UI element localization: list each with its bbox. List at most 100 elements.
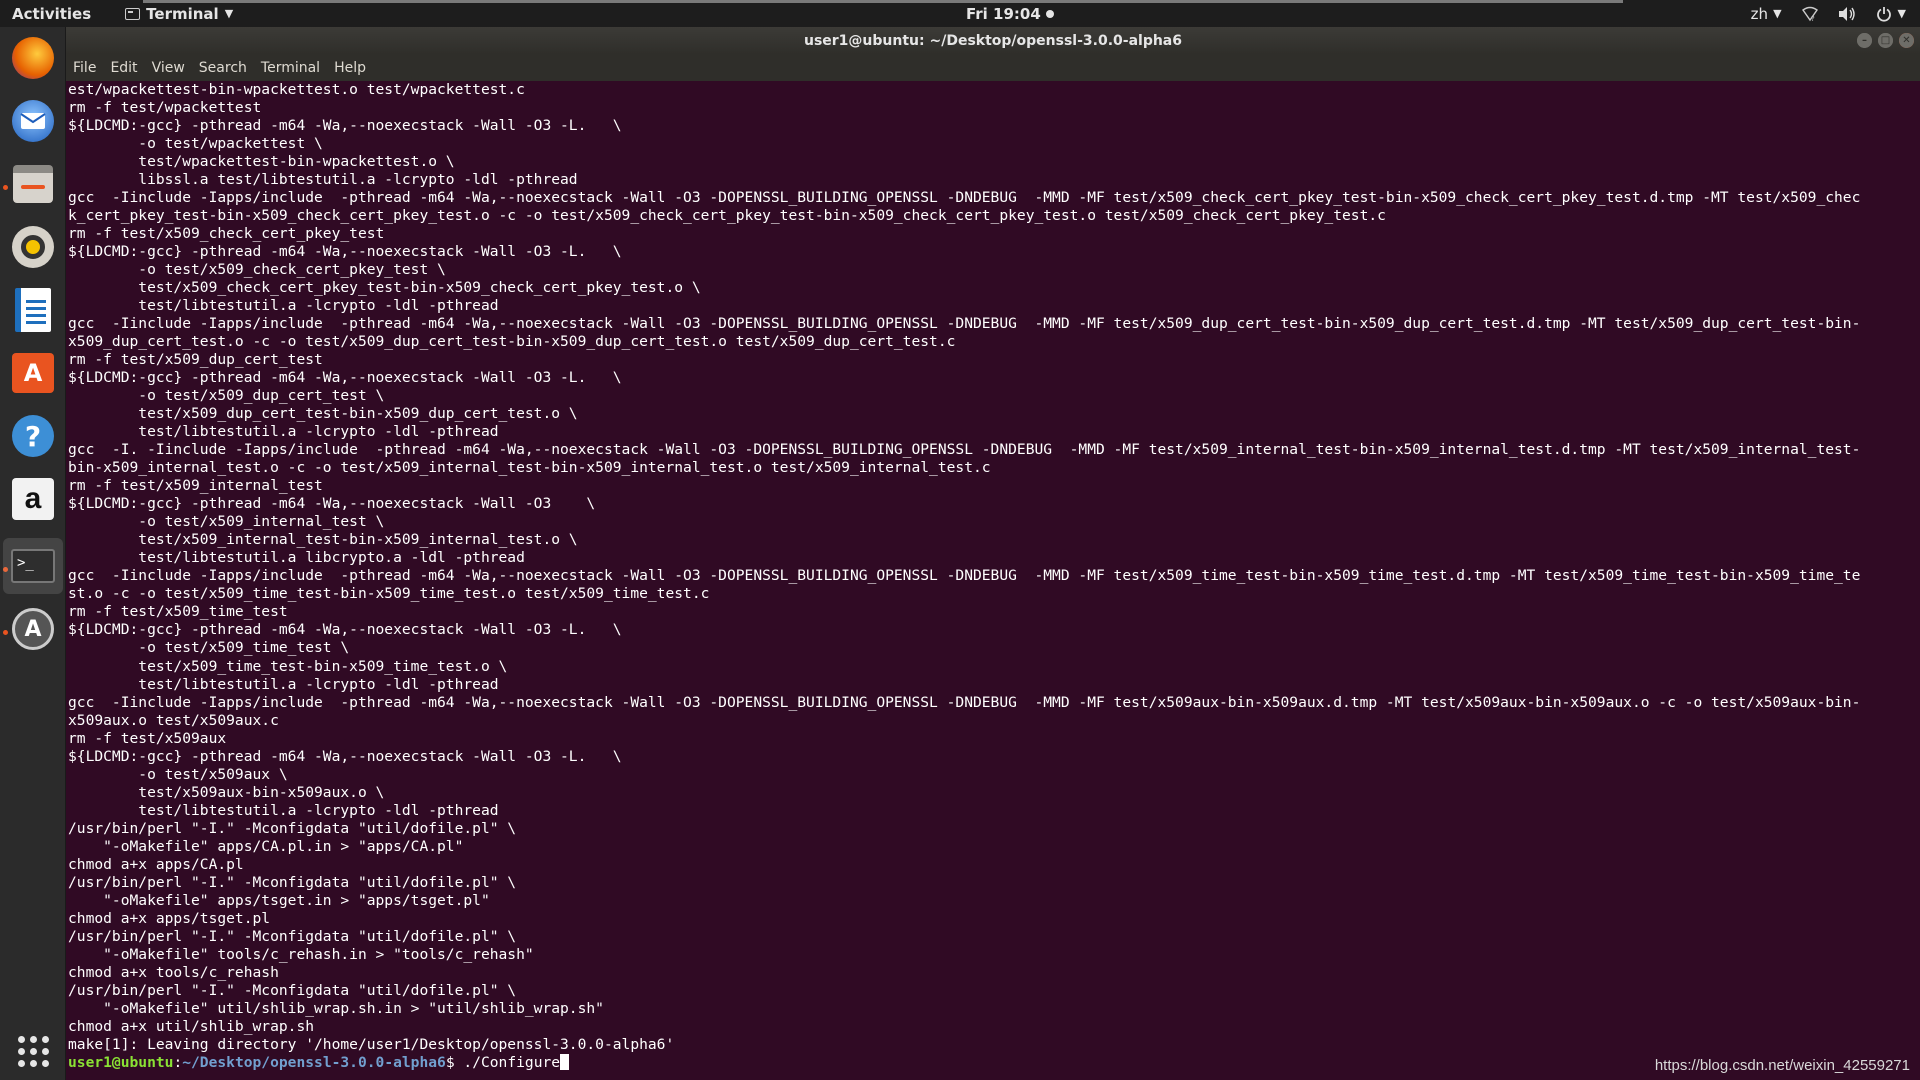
- chevron-down-icon: ▼: [224, 7, 234, 20]
- terminal-line: gcc -I. -Iinclude -Iapps/include -pthrea…: [68, 441, 1861, 459]
- activities-button[interactable]: Activities: [12, 5, 91, 23]
- dock: A ? a >_ A: [0, 27, 66, 1080]
- system-tray: zh ▼ ? ▼: [1751, 5, 1906, 23]
- terminal-line: -o test/x509_internal_test \: [68, 513, 385, 531]
- terminal-line: gcc -Iinclude -Iapps/include -pthread -m…: [68, 315, 1861, 333]
- terminal-line: ${LDCMD:-gcc} -pthread -m64 -Wa,--noexec…: [68, 369, 622, 387]
- menu-view[interactable]: View: [152, 60, 185, 76]
- power-icon[interactable]: ▼: [1876, 6, 1906, 22]
- amazon-icon: a: [12, 478, 54, 520]
- terminal-line: ${LDCMD:-gcc} -pthread -m64 -Wa,--noexec…: [68, 243, 622, 261]
- terminal-line: gcc -Iinclude -Iapps/include -pthread -m…: [68, 567, 1861, 585]
- writer-launcher[interactable]: [9, 286, 57, 334]
- terminal-line: chmod a+x tools/c_rehash: [68, 963, 279, 981]
- terminal-line: /usr/bin/perl "-I." -Mconfigdata "util/d…: [68, 873, 517, 891]
- terminal-line: chmod a+x apps/tsget.pl: [68, 909, 271, 927]
- terminal-line: /usr/bin/perl "-I." -Mconfigdata "util/d…: [68, 819, 517, 837]
- typed-command: ./Configure: [463, 1053, 561, 1071]
- terminal-prompt-line[interactable]: user1@ubuntu:~/Desktop/openssl-3.0.0-alp…: [68, 1053, 1920, 1072]
- help-launcher[interactable]: ?: [9, 412, 57, 460]
- terminal-line: test/x509aux-bin-x509aux.o \: [68, 783, 385, 801]
- terminal-line: libssl.a test/libtestutil.a -lcrypto -ld…: [68, 171, 578, 189]
- menu-file[interactable]: File: [73, 60, 96, 76]
- terminal-line: ${LDCMD:-gcc} -pthread -m64 -Wa,--noexec…: [68, 117, 622, 135]
- close-button[interactable]: ✕: [1899, 33, 1914, 48]
- software-updater-launcher[interactable]: A: [9, 605, 57, 653]
- terminal-line: rm -f test/x509aux: [68, 729, 227, 747]
- prompt-symbol: $: [445, 1053, 464, 1071]
- menu-edit[interactable]: Edit: [110, 60, 137, 76]
- thunderbird-launcher[interactable]: [9, 97, 57, 145]
- clock-label: Fri 19:04: [966, 4, 1041, 23]
- terminal-line: -o test/x509_dup_cert_test \: [68, 387, 385, 405]
- terminal-line: test/x509_internal_test-bin-x509_interna…: [68, 531, 578, 549]
- terminal-line: "-oMakefile" util/shlib_wrap.sh.in > "ut…: [68, 999, 604, 1017]
- window-titlebar[interactable]: user1@ubuntu: ~/Desktop/openssl-3.0.0-al…: [66, 27, 1920, 54]
- terminal-line: /usr/bin/perl "-I." -Mconfigdata "util/d…: [68, 927, 517, 945]
- maximize-icon: □: [1878, 33, 1893, 48]
- terminal-small-icon: [125, 7, 141, 20]
- terminal-line: test/x509_dup_cert_test-bin-x509_dup_cer…: [68, 405, 578, 423]
- terminal-line: x509aux.o test/x509aux.c: [68, 711, 279, 729]
- language-indicator[interactable]: zh ▼: [1751, 5, 1782, 23]
- software-center-icon: A: [12, 353, 54, 393]
- menu-search[interactable]: Search: [199, 60, 247, 76]
- terminal-window: user1@ubuntu: ~/Desktop/openssl-3.0.0-al…: [66, 27, 1920, 1080]
- running-indicator: [3, 630, 8, 635]
- terminal-line: -o test/wpackettest \: [68, 135, 323, 153]
- window-title: user1@ubuntu: ~/Desktop/openssl-3.0.0-al…: [803, 32, 1182, 49]
- terminal-line: gcc -Iinclude -Iapps/include -pthread -m…: [68, 189, 1861, 207]
- terminal-line: rm -f test/x509_dup_cert_test: [68, 351, 323, 369]
- terminal-line: test/libtestutil.a -lcrypto -ldl -pthrea…: [68, 675, 499, 693]
- rhythmbox-launcher[interactable]: [9, 223, 57, 271]
- terminal-line: chmod a+x apps/CA.pl: [68, 855, 244, 873]
- network-icon[interactable]: ?: [1801, 6, 1818, 22]
- terminal-line: bin-x509_internal_test.o -c -o test/x509…: [68, 459, 991, 477]
- terminal-line: ${LDCMD:-gcc} -pthread -m64 -Wa,--noexec…: [68, 747, 622, 765]
- terminal-line: test/wpackettest-bin-wpackettest.o \: [68, 153, 455, 171]
- terminal-line: rm -f test/wpackettest: [68, 99, 262, 117]
- terminal-line: make[1]: Leaving directory '/home/user1/…: [68, 1035, 675, 1053]
- app-menu[interactable]: Terminal ▼: [125, 5, 233, 23]
- terminal-line: /usr/bin/perl "-I." -Mconfigdata "util/d…: [68, 981, 517, 999]
- files-icon: [13, 165, 53, 203]
- notification-dot-icon: [1045, 9, 1054, 18]
- terminal-line: ${LDCMD:-gcc} -pthread -m64 -Wa,--noexec…: [68, 621, 622, 639]
- terminal-launcher[interactable]: >_: [3, 538, 63, 594]
- firefox-launcher[interactable]: [9, 34, 57, 82]
- close-icon: ✕: [1899, 33, 1914, 48]
- terminal-line: rm -f test/x509_check_cert_pkey_test: [68, 225, 385, 243]
- terminal-line: test/libtestutil.a -lcrypto -ldl -pthrea…: [68, 297, 499, 315]
- terminal-line: "-oMakefile" apps/CA.pl.in > "apps/CA.pl…: [68, 837, 464, 855]
- files-launcher[interactable]: [9, 160, 57, 208]
- clock[interactable]: Fri 19:04: [966, 5, 1054, 23]
- menu-help[interactable]: Help: [334, 60, 366, 76]
- menu-bar: File Edit View Search Terminal Help: [66, 54, 1920, 81]
- firefox-icon: [12, 37, 54, 79]
- prompt-path: ~/Desktop/openssl-3.0.0-alpha6: [182, 1053, 446, 1071]
- watermark-url: https://blog.csdn.net/weixin_42559271: [1654, 1057, 1910, 1074]
- terminal-line: test/libtestutil.a -lcrypto -ldl -pthrea…: [68, 423, 499, 441]
- terminal-line: chmod a+x util/shlib_wrap.sh: [68, 1017, 315, 1035]
- show-applications-button[interactable]: [9, 1027, 57, 1075]
- terminal-line: rm -f test/x509_internal_test: [68, 477, 323, 495]
- minimize-button[interactable]: –: [1857, 33, 1872, 48]
- terminal-icon: >_: [11, 549, 55, 583]
- libreoffice-writer-icon: [15, 288, 51, 332]
- terminal-output[interactable]: est/wpackettest-bin-wpackettest.o test/w…: [66, 81, 1920, 1080]
- volume-icon[interactable]: [1838, 6, 1856, 22]
- terminal-line: test/libtestutil.a libcrypto.a -ldl -pth…: [68, 549, 525, 567]
- amazon-launcher[interactable]: a: [9, 475, 57, 523]
- language-label: zh: [1750, 4, 1769, 23]
- text-cursor: [560, 1053, 570, 1070]
- terminal-line: k_cert_pkey_test-bin-x509_check_cert_pke…: [68, 207, 1386, 225]
- terminal-line: -o test/x509aux \: [68, 765, 288, 783]
- software-center-launcher[interactable]: A: [9, 349, 57, 397]
- terminal-line: st.o -c -o test/x509_time_test-bin-x509_…: [68, 585, 710, 603]
- running-indicator: [3, 185, 8, 190]
- svg-text:?: ?: [1811, 15, 1815, 22]
- maximize-button[interactable]: □: [1878, 33, 1893, 48]
- menu-terminal[interactable]: Terminal: [261, 60, 320, 76]
- terminal-line: -o test/x509_check_cert_pkey_test \: [68, 261, 446, 279]
- terminal-line: est/wpackettest-bin-wpackettest.o test/w…: [68, 81, 525, 98]
